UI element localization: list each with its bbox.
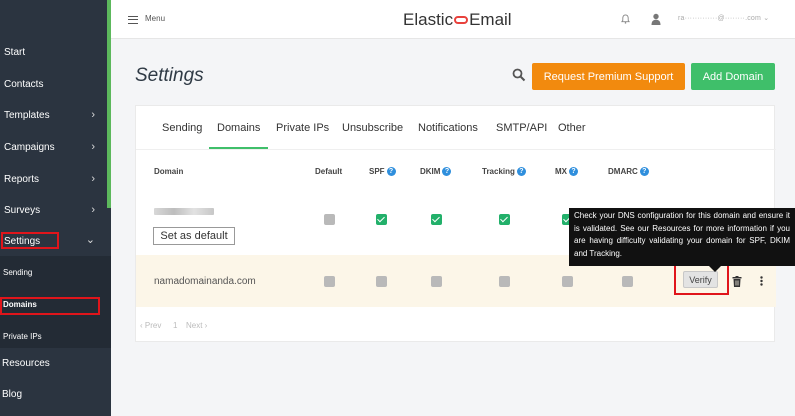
pager-next[interactable]: Next › (186, 321, 207, 330)
tab-smtp-api[interactable]: SMTP/API (496, 122, 547, 134)
sidebar-item-label: Campaigns (4, 141, 55, 153)
header-label: DKIM (420, 167, 441, 176)
default-checkbox[interactable] (324, 214, 335, 225)
menu-label[interactable]: Menu (145, 14, 165, 23)
column-header-dkim: DKIM? (420, 167, 452, 176)
set-as-default-button[interactable]: Set as default (153, 227, 235, 245)
user-icon[interactable] (651, 13, 661, 25)
dkim-checkbox[interactable] (431, 214, 442, 225)
trash-icon[interactable] (732, 276, 742, 287)
search-icon[interactable] (512, 68, 526, 82)
sidebar-item-resources[interactable]: Resources (0, 348, 111, 378)
tracking-checkbox[interactable] (499, 276, 510, 287)
tab-notifications[interactable]: Notifications (418, 122, 478, 134)
header-label: DMARC (608, 167, 638, 176)
elastic-email-logo[interactable]: Elastic Email (403, 10, 512, 30)
domains-highlight-box (0, 297, 100, 315)
column-header-tracking: Tracking? (482, 167, 526, 176)
sidebar-item-blog[interactable]: Blog (0, 378, 111, 410)
tab-private-ips[interactable]: Private IPs (276, 122, 329, 134)
column-header-dmarc: DMARC? (608, 167, 649, 176)
sidebar-item-templates[interactable]: Templates › (0, 100, 107, 130)
header-label: SPF (369, 167, 385, 176)
submenu-item-sending[interactable]: Sending (0, 264, 107, 280)
mx-checkbox[interactable] (562, 276, 573, 287)
column-header-mx: MX? (555, 167, 578, 176)
header-label: Domain (154, 167, 184, 176)
spf-checkbox[interactable] (376, 276, 387, 287)
column-header-domain: Domain (154, 167, 183, 176)
chevron-right-icon: › (91, 204, 95, 216)
default-checkbox[interactable] (324, 276, 335, 287)
help-icon[interactable]: ? (639, 167, 649, 176)
sidebar: Start Contacts Templates › Campaigns › Rep… (0, 0, 111, 416)
sidebar-item-label: Start (4, 46, 26, 58)
header-label: Tracking (482, 167, 515, 176)
pager-page-number[interactable]: 1 (173, 321, 177, 330)
sidebar-item-reports[interactable]: Reports › (0, 164, 107, 194)
submenu-item-label: Private IPs (3, 331, 42, 341)
sidebar-item-surveys[interactable]: Surveys › (0, 195, 107, 225)
chevron-down-icon: ⌄ (85, 234, 95, 246)
top-bar: Menu Elastic Email ra·············@······… (111, 0, 795, 39)
dmarc-checkbox[interactable] (622, 276, 633, 287)
page-title: Settings (135, 65, 204, 86)
dns-help-tooltip: Check your DNS configuration for this do… (569, 208, 795, 272)
spf-checkbox[interactable] (376, 214, 387, 225)
sidebar-item-label: Templates (4, 109, 50, 121)
sidebar-item-label: Contacts (4, 78, 44, 90)
hamburger-menu-icon[interactable] (128, 16, 138, 24)
chevron-right-icon: › (91, 173, 95, 185)
chevron-right-icon: › (91, 109, 95, 121)
logo-text-right: Email (469, 10, 512, 29)
column-header-default: Default (315, 167, 342, 176)
sidebar-item-label: Blog (2, 388, 23, 400)
header-label: Default (315, 167, 343, 176)
help-icon[interactable]: ? (442, 167, 452, 176)
column-header-spf: SPF? (369, 167, 396, 176)
request-premium-support-button[interactable]: Request Premium Support (532, 63, 685, 90)
logo-text-left: Elastic (403, 10, 454, 29)
domain-name: namadomainanda.com (154, 276, 256, 287)
sidebar-item-start[interactable]: Start (0, 37, 107, 67)
tracking-checkbox[interactable] (499, 214, 510, 225)
settings-highlight-box (1, 232, 59, 249)
submenu-item-private-ips[interactable]: Private IPs (0, 328, 107, 344)
header-label: MX (555, 167, 567, 176)
sidebar-item-campaigns[interactable]: Campaigns › (0, 132, 107, 162)
add-domain-button[interactable]: Add Domain (691, 63, 775, 90)
tab-sending[interactable]: Sending (162, 122, 202, 134)
help-icon[interactable]: ? (516, 167, 526, 176)
help-icon[interactable]: ? (386, 167, 396, 176)
submenu-item-label: Sending (3, 267, 33, 277)
pager-prev[interactable]: ‹ Prev (140, 321, 161, 330)
tab-unsubscribe[interactable]: Unsubscribe (342, 122, 403, 134)
sidebar-item-label: Reports (4, 173, 40, 185)
more-options-icon[interactable] (760, 276, 763, 286)
blurred-domain-name (154, 208, 214, 215)
logo-link-icon (454, 15, 469, 24)
sidebar-item-contacts[interactable]: Contacts (0, 69, 107, 99)
sidebar-item-label: Resources (2, 357, 50, 369)
tabs-divider (136, 149, 776, 150)
account-email[interactable]: ra·············@········.com ⌄ (678, 14, 769, 22)
dkim-checkbox[interactable] (431, 276, 442, 287)
tab-other[interactable]: Other (558, 122, 586, 134)
bell-icon[interactable] (621, 14, 630, 24)
sidebar-item-label: Surveys (4, 204, 41, 216)
help-icon[interactable]: ? (569, 167, 578, 176)
chevron-right-icon: › (91, 141, 95, 153)
tab-domains[interactable]: Domains (217, 122, 260, 134)
